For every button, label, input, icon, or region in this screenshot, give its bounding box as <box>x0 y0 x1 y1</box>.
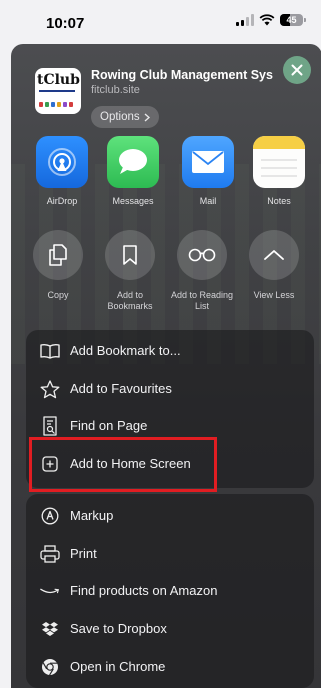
menu-item-markup[interactable]: Markup <box>26 497 314 534</box>
menu-item-print[interactable]: Print <box>26 535 314 572</box>
action-label: Add to Bookmarks <box>107 290 153 311</box>
menu-item-label: Open in Chrome <box>70 659 166 674</box>
close-icon <box>291 64 303 76</box>
menu-item-label: Find on Page <box>70 418 148 433</box>
site-thumbnail: tClub <box>35 68 81 114</box>
menu-item-label: Save to Dropbox <box>70 621 167 636</box>
book-icon <box>40 341 60 361</box>
printer-icon <box>40 544 60 564</box>
share-app-airdrop[interactable]: AirDrop <box>32 136 92 206</box>
site-title: Rowing Club Management Syst... <box>91 68 273 82</box>
action-copy[interactable]: Copy <box>26 230 90 301</box>
action-add-to-bookmarks[interactable]: Add to Bookmarks <box>98 230 162 312</box>
copy-icon <box>33 230 83 280</box>
menu-item-label: Print <box>70 546 97 561</box>
share-app-label: Notes <box>267 196 291 206</box>
menu-item-label: Add Bookmark to... <box>70 343 181 358</box>
action-label: View Less <box>253 290 295 300</box>
menu-group-secondary: Markup Print Find products on Amazon Sav… <box>26 494 314 688</box>
share-app-messages[interactable]: Messages <box>103 136 163 206</box>
airdrop-icon <box>36 136 88 188</box>
action-add-to-reading-list[interactable]: Add to Reading List <box>170 230 234 312</box>
options-button[interactable]: Options <box>91 106 159 128</box>
menu-item-save-to-dropbox[interactable]: Save to Dropbox <box>26 610 314 647</box>
menu-item-add-bookmark-to[interactable]: Add Bookmark to... <box>26 332 314 369</box>
battery-level: 45 <box>286 15 297 25</box>
status-bar: 10:07 45 <box>0 0 321 44</box>
share-action-row: Copy Add to Bookmarks Add to Reading Lis… <box>33 230 321 320</box>
menu-item-label: Find products on Amazon <box>70 583 218 598</box>
menu-item-find-products-on-amazon[interactable]: Find products on Amazon <box>26 572 314 609</box>
share-header: tClub Rowing Club Management Syst... fit… <box>35 62 315 132</box>
reading-list-icon <box>177 230 227 280</box>
notes-icon <box>253 136 305 188</box>
share-app-label: AirDrop <box>46 196 78 206</box>
clock: 10:07 <box>46 15 85 32</box>
action-view-less[interactable]: View Less <box>242 230 306 301</box>
menu-item-label: Markup <box>70 508 114 523</box>
bookmark-icon <box>105 230 155 280</box>
menu-item-add-to-favourites[interactable]: Add to Favourites <box>26 370 314 407</box>
chevron-up-icon <box>249 230 299 280</box>
share-sheet: tClub Rowing Club Management Syst... fit… <box>11 44 321 688</box>
signal-icon <box>236 14 254 26</box>
chrome-icon <box>40 657 60 677</box>
action-label: Copy <box>47 290 69 300</box>
share-app-row: AirDrop Messages Mail Notes <box>33 136 321 206</box>
options-label: Options <box>100 111 140 123</box>
highlight-box <box>29 437 217 492</box>
action-label: Add to Reading List <box>170 290 234 311</box>
share-app-label: Mail <box>199 196 217 206</box>
share-app-mail[interactable]: Mail <box>178 136 238 206</box>
wifi-icon <box>259 14 275 26</box>
close-button[interactable] <box>283 56 311 84</box>
menu-item-label: Add to Favourites <box>70 381 172 396</box>
site-host: fitclub.site <box>91 84 140 96</box>
share-app-label: Messages <box>112 196 154 206</box>
menu-item-open-in-chrome[interactable]: Open in Chrome <box>26 648 314 685</box>
status-icons: 45 <box>236 14 306 26</box>
markup-icon <box>40 506 60 526</box>
messages-icon <box>107 136 159 188</box>
mail-icon <box>182 136 234 188</box>
dropbox-icon <box>40 619 60 639</box>
chevron-right-icon <box>144 112 150 122</box>
find-icon <box>40 416 60 436</box>
star-icon <box>40 379 60 399</box>
thumbnail-brand: tClub <box>37 72 80 88</box>
amazon-icon <box>40 581 60 601</box>
battery-icon: 45 <box>280 14 306 26</box>
share-app-notes[interactable]: Notes <box>249 136 309 206</box>
